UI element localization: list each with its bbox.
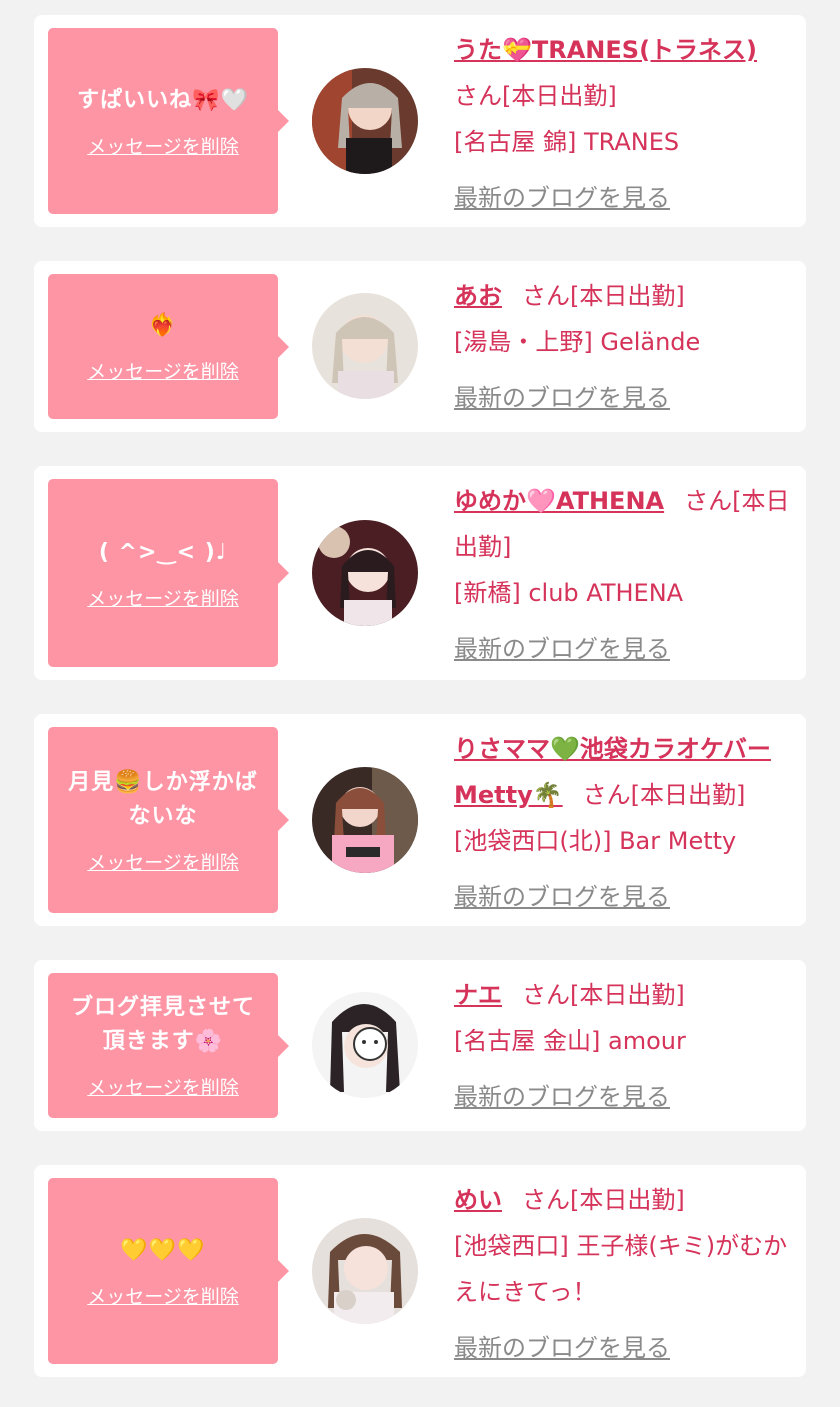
message-card: ( ^>‿< )♩ メッセージを削除 ゆめか🩷ATHENA さん[本日出勤] [新… [34, 466, 806, 680]
message-bubble: ❤️‍🔥 メッセージを削除 [48, 274, 289, 419]
store-location: [池袋西口] 王子様(キミ)がむかえにきてっ！ [454, 1232, 788, 1306]
delete-message-link[interactable]: メッセージを削除 [87, 1282, 239, 1309]
cast-name-link[interactable]: めい [454, 1186, 502, 1214]
work-status: さん[本日出勤] [522, 282, 685, 310]
work-status: さん[本日出勤] [582, 781, 746, 809]
cast-info: めい さん[本日出勤] [池袋西口] 王子様(キミ)がむかえにきてっ！ 最新のブロ… [454, 1177, 796, 1371]
avatar[interactable] [312, 767, 418, 873]
cast-info: あお さん[本日出勤] [湯島・上野] Gelände 最新のブログを見る [454, 273, 796, 421]
message-bubble: 💛💛💛 メッセージを削除 [48, 1178, 289, 1364]
cast-name-link[interactable]: あお [454, 282, 502, 310]
avatar[interactable] [312, 293, 418, 399]
delete-message-link[interactable]: メッセージを削除 [87, 357, 239, 384]
cast-info: ゆめか🩷ATHENA さん[本日出勤] [新橋] club ATHENA 最新のブ… [454, 478, 796, 672]
store-location: [名古屋 錦] TRANES [454, 128, 680, 156]
work-status: さん[本日出勤] [522, 981, 685, 1009]
delete-message-link[interactable]: メッセージを削除 [87, 1073, 239, 1100]
message-text: 💛💛💛 [120, 1237, 206, 1263]
store-location: [池袋西口(北)] Bar Metty [454, 827, 737, 855]
message-card: 月見🍔しか浮かば ないな メッセージを削除 りさママ💚池袋カラオケバーMetty🌴… [34, 714, 806, 926]
delete-message-link[interactable]: メッセージを削除 [87, 132, 239, 159]
store-location: [新橋] club ATHENA [454, 579, 684, 607]
cast-info: うた💝TRANES(トラネス) さん[本日出勤] [名古屋 錦] TRANES … [454, 27, 796, 221]
store-location: [湯島・上野] Gelände [454, 328, 701, 356]
message-card: ❤️‍🔥 メッセージを削除 あお さん[本日出勤] [湯島・上野] Gelände… [34, 261, 806, 432]
message-text: すぱいいね🎀🤍 [77, 87, 249, 113]
message-text: ❤️‍🔥 [148, 313, 178, 338]
avatar[interactable] [312, 1218, 418, 1324]
message-bubble: 月見🍔しか浮かば ないな メッセージを削除 [48, 727, 289, 913]
message-list: すぱいいね🎀🤍 メッセージを削除 うた💝TRANES(トラネス) さん[本日出勤… [0, 0, 840, 1407]
cast-name-link[interactable]: うた💝TRANES(トラネス) [454, 36, 757, 64]
avatar[interactable] [312, 992, 418, 1098]
store-location: [名古屋 金山] amour [454, 1027, 686, 1055]
cast-info: ナエ さん[本日出勤] [名古屋 金山] amour 最新のブログを見る [454, 972, 796, 1120]
cast-name-link[interactable]: ゆめか🩷ATHENA [454, 487, 664, 515]
message-bubble: すぱいいね🎀🤍 メッセージを削除 [48, 28, 289, 214]
latest-blog-link[interactable]: 最新のブログを見る [454, 375, 670, 421]
latest-blog-link[interactable]: 最新のブログを見る [454, 626, 670, 672]
avatar[interactable] [312, 68, 418, 174]
cast-name-link[interactable]: ナエ [454, 981, 502, 1009]
message-text: ブログ拝見させて 頂きます🌸 [70, 995, 255, 1054]
latest-blog-link[interactable]: 最新のブログを見る [454, 175, 670, 221]
message-bubble: ( ^>‿< )♩ メッセージを削除 [48, 479, 289, 667]
work-status: さん[本日出勤] [522, 1186, 685, 1214]
latest-blog-link[interactable]: 最新のブログを見る [454, 874, 670, 920]
message-card: 💛💛💛 メッセージを削除 めい さん[本日出勤] [池袋西口] 王子様(キミ)がむ… [34, 1165, 806, 1377]
message-text: ( ^>‿< )♩ [98, 539, 228, 565]
message-bubble: ブログ拝見させて 頂きます🌸 メッセージを削除 [48, 973, 289, 1118]
avatar[interactable] [312, 520, 418, 626]
latest-blog-link[interactable]: 最新のブログを見る [454, 1325, 670, 1371]
message-text: 月見🍔しか浮かば ないな [68, 769, 258, 829]
delete-message-link[interactable]: メッセージを削除 [87, 848, 239, 875]
latest-blog-link[interactable]: 最新のブログを見る [454, 1074, 670, 1120]
message-card: すぱいいね🎀🤍 メッセージを削除 うた💝TRANES(トラネス) さん[本日出勤… [34, 15, 806, 227]
cast-info: りさママ💚池袋カラオケバーMetty🌴 さん[本日出勤] [池袋西口(北)] Ba… [454, 726, 796, 920]
delete-message-link[interactable]: メッセージを削除 [87, 584, 239, 611]
message-card: ブログ拝見させて 頂きます🌸 メッセージを削除 ナエ さん[本日出勤] [名古屋 金… [34, 960, 806, 1131]
work-status: さん[本日出勤] [454, 82, 617, 110]
